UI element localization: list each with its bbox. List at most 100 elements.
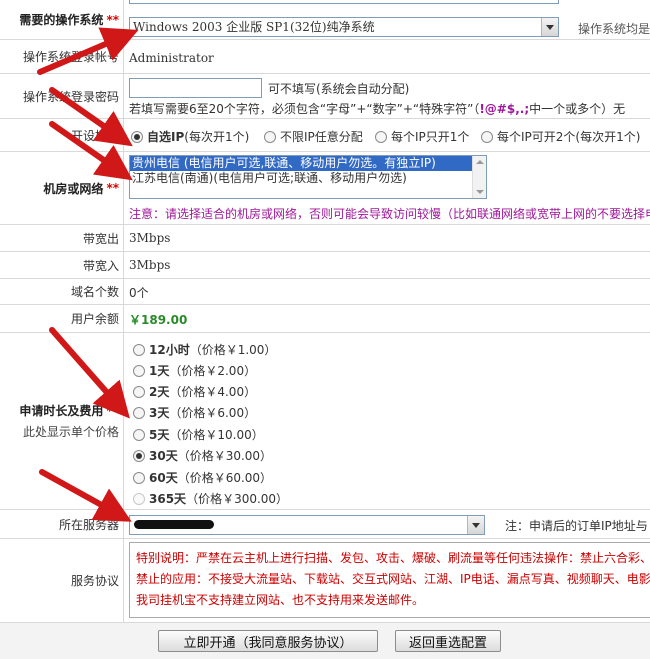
required-mark: ** [106,404,119,418]
back-button[interactable]: 返回重选配置 [395,630,501,652]
agreement-line: 特别说明：严禁在云主机上进行扫描、发包、攻击、爆破、刷流量等任何违法操作：禁止六… [136,551,650,565]
mode-option-text: 不限IP任意分配 [280,130,363,144]
duration-option-365d: 365天（价格￥300.00） [133,490,288,507]
duration-period: 12小时 [149,343,190,357]
account-value: Administrator [129,51,214,65]
mode-options: 自选IP(每次开1个) 不限IP任意分配 每个IP只开1个 每个IP可开2个(每… [127,119,650,151]
bandwidth-out-label: 带宽出 [0,225,124,251]
os-select-value: Windows 2003 企业版 SP1(32位)纯净系统 [133,20,375,34]
password-hint: 可不填写(系统会自动分配) [268,82,410,96]
required-mark: ** [106,12,119,27]
radio-icon[interactable] [133,429,145,441]
room-option-jiangsu[interactable]: 江苏电信(南通)(电信用户可选;联通、移动用户勿选) [130,171,486,186]
balance-label: 用户余额 [0,305,124,332]
duration-period: 2天 [149,385,170,399]
os-row: 需要的操作系统 ** Windows 2003 企业版 SP1(32位)纯净系统 … [0,0,650,40]
duration-option-5d[interactable]: 5天（价格￥10.00） [133,426,264,443]
os-label: 需要的操作系统 [19,13,104,27]
password-row: 操作系统登录密码 可不填写(系统会自动分配) 若填写需要6至20个字符，必须包含… [0,74,650,119]
bandwidth-out-row: 带宽出 3Mbps [0,225,650,252]
duration-price: （价格￥6.00） [169,406,257,420]
agreement-line: 我司挂机宝不支持建立网站、也不支持用来发送邮件。 [136,593,425,607]
radio-icon[interactable] [131,131,143,143]
bandwidth-out-value: 3Mbps [129,231,171,245]
duration-period: 60天 [149,471,178,485]
mode-option-two-per-ip[interactable]: 每个IP可开2个(每次开1个) [481,128,640,145]
duration-sub-label: 此处显示单个价格 [22,425,119,439]
domains-label: 域名个数 [0,279,124,304]
radio-icon[interactable] [264,131,276,143]
os-top-select-edge [129,0,559,4]
duration-period: 3天 [149,406,170,420]
duration-option-1d[interactable]: 1天（价格￥2.00） [133,362,256,379]
duration-period: 30天 [149,449,178,463]
duration-period: 5天 [149,428,170,442]
room-notice: 注意：请选择适合的机房或网络，否则可能会导致访问较慢（比如联通网络或宽带上网的不… [129,207,650,221]
duration-option-60d[interactable]: 60天（价格￥60.00） [133,469,272,486]
mode-option-any-ip[interactable]: 不限IP任意分配 [264,128,363,145]
mode-option-sub: (每次开1个) [575,130,641,144]
bandwidth-in-row: 带宽入 3Mbps [0,252,650,279]
mode-option-text: 每个IP只开1个 [391,130,470,144]
radio-icon [133,493,145,505]
password-label: 操作系统登录密码 [0,74,124,118]
agreement-box[interactable]: 特别说明：严禁在云主机上进行扫描、发包、攻击、爆破、刷流量等任何违法操作：禁止六… [129,542,650,618]
duration-row: 申请时长及费用 ** 此处显示单个价格 12小时（价格￥1.00） 1天（价格￥2… [0,333,650,510]
radio-icon[interactable] [133,365,145,377]
duration-option-3d[interactable]: 3天（价格￥6.00） [133,404,256,421]
mode-option-text: 每个IP可开2个 [497,130,576,144]
room-listbox[interactable]: 贵州电信 (电信用户可选,联通、移动用户勿选。有独立IP) 江苏电信(南通)(电… [129,155,487,199]
agreement-row: 服务协议 特别说明：严禁在云主机上进行扫描、发包、攻击、爆破、刷流量等任何违法操… [0,539,650,623]
duration-price: （价格￥30.00） [177,449,273,463]
duration-price: （价格￥300.00） [186,492,289,506]
password-special-chars: !@#$,.; [479,102,530,116]
scroll-up-icon[interactable] [476,160,484,164]
chevron-down-icon[interactable] [541,18,558,36]
server-row: 所在服务器 注：申请后的订单IP地址与 [0,510,650,539]
radio-icon[interactable] [133,386,145,398]
radio-icon[interactable] [133,344,145,356]
radio-icon[interactable] [481,131,493,143]
duration-label-cell: 申请时长及费用 ** 此处显示单个价格 [0,333,124,509]
os-note: 操作系统均是 [578,22,650,36]
room-label: 机房或网络 [43,181,104,196]
radio-icon[interactable] [133,472,145,484]
duration-option-12h[interactable]: 12小时（价格￥1.00） [133,341,276,358]
account-label: 操作系统登录帐号 [0,40,124,73]
account-row: 操作系统登录帐号 Administrator [0,40,650,74]
duration-option-2d[interactable]: 2天（价格￥4.00） [133,383,256,400]
radio-icon[interactable] [375,131,387,143]
duration-option-30d[interactable]: 30天（价格￥30.00） [133,447,272,464]
redacted-block [134,520,214,529]
duration-options: 12小时（价格￥1.00） 1天（价格￥2.00） 2天（价格￥4.00） 3天… [127,333,650,509]
server-note: 注：申请后的订单IP地址与 [505,519,648,533]
mode-label: 开设模式 [0,119,124,151]
mode-option-self-ip[interactable]: 自选IP(每次开1个) [131,128,249,145]
chevron-down-icon[interactable] [467,516,484,534]
action-bar: 立即开通（我同意服务协议） 返回重选配置 [0,623,650,659]
radio-icon[interactable] [133,407,145,419]
room-row: 机房或网络 ** 贵州电信 (电信用户可选,联通、移动用户勿选。有独立IP) 江苏… [0,152,650,225]
server-label: 所在服务器 [0,510,124,538]
os-select[interactable]: Windows 2003 企业版 SP1(32位)纯净系统 [129,17,559,37]
domains-row: 域名个数 0个 [0,279,650,305]
scroll-down-icon[interactable] [476,190,484,194]
mode-option-sub: (每次开1个) [184,130,250,144]
duration-period: 1天 [149,364,170,378]
room-option-guizhou[interactable]: 贵州电信 (电信用户可选,联通、移动用户勿选。有独立IP) [130,156,486,171]
agreement-label: 服务协议 [0,539,124,622]
listbox-scrollbar[interactable] [472,156,486,198]
duration-price: （价格￥10.00） [169,428,264,442]
password-input[interactable] [129,78,262,98]
radio-icon[interactable] [133,450,145,462]
password-rules-prefix: 若填写需要6至20个字符，必须包含“字母”+“数字”+“特殊字符”（ [129,102,480,116]
os-label-cell: 需要的操作系统 ** [0,0,124,39]
agreement-line: 禁止的应用：不接受大流量站、下载站、交互式网站、江湖、IP电话、漏点写真、视频聊… [136,572,650,586]
password-rules-suffix: 中一个或多个）无 [529,102,626,116]
submit-button[interactable]: 立即开通（我同意服务协议） [158,630,378,652]
mode-option-one-per-ip[interactable]: 每个IP只开1个 [375,128,469,145]
server-select[interactable] [129,515,485,535]
duration-price: （价格￥60.00） [177,471,273,485]
duration-period: 365天 [149,492,187,506]
bandwidth-in-value: 3Mbps [129,258,171,272]
